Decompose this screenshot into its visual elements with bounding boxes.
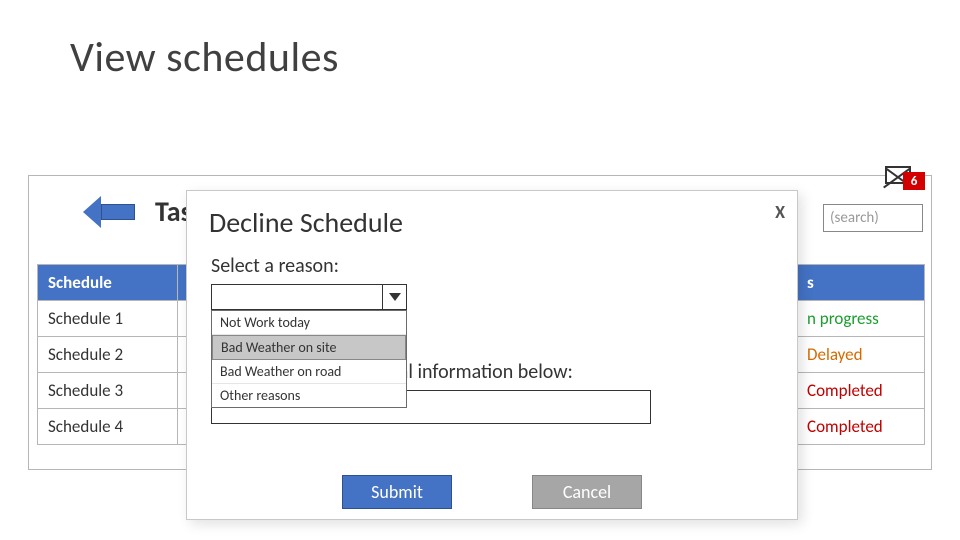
col-schedule: Schedule bbox=[38, 265, 178, 301]
dropdown-box[interactable] bbox=[211, 284, 407, 310]
decline-modal: X Decline Schedule Select a reason: Not … bbox=[186, 190, 798, 520]
schedule-cell: Schedule 2 bbox=[38, 337, 178, 373]
search-input[interactable]: (search) bbox=[823, 204, 923, 232]
dropdown-item[interactable]: Not Work today bbox=[212, 311, 406, 335]
back-arrow-icon[interactable] bbox=[83, 196, 137, 228]
dropdown-item[interactable]: Bad Weather on road bbox=[212, 360, 406, 384]
schedule-cell: Schedule 4 bbox=[38, 409, 178, 445]
submit-button[interactable]: Submit bbox=[342, 475, 452, 509]
col-status: s bbox=[797, 265, 925, 301]
reason-dropdown[interactable]: Not Work todayBad Weather on siteBad Wea… bbox=[211, 284, 407, 310]
dropdown-item[interactable]: Other reasons bbox=[212, 384, 406, 407]
schedule-cell: Schedule 3 bbox=[38, 373, 178, 409]
dropdown-item[interactable]: Bad Weather on site bbox=[212, 335, 406, 360]
dropdown-list: Not Work todayBad Weather on siteBad Wea… bbox=[211, 310, 407, 408]
mail-badge[interactable]: 6 bbox=[885, 166, 931, 190]
search-placeholder: (search) bbox=[830, 209, 879, 227]
reason-label: Select a reason: bbox=[187, 250, 797, 284]
schedule-cell: Schedule 1 bbox=[38, 301, 178, 337]
page-title: View schedules bbox=[0, 0, 960, 103]
status-cell: Completed bbox=[797, 409, 925, 445]
status-cell: Delayed bbox=[797, 337, 925, 373]
status-cell: Completed bbox=[797, 373, 925, 409]
modal-title: Decline Schedule bbox=[187, 191, 797, 250]
status-cell: n progress bbox=[797, 301, 925, 337]
close-button[interactable]: X bbox=[775, 201, 785, 223]
cancel-button[interactable]: Cancel bbox=[532, 475, 642, 509]
badge-count: 6 bbox=[903, 172, 925, 190]
chevron-down-icon[interactable] bbox=[382, 285, 406, 309]
